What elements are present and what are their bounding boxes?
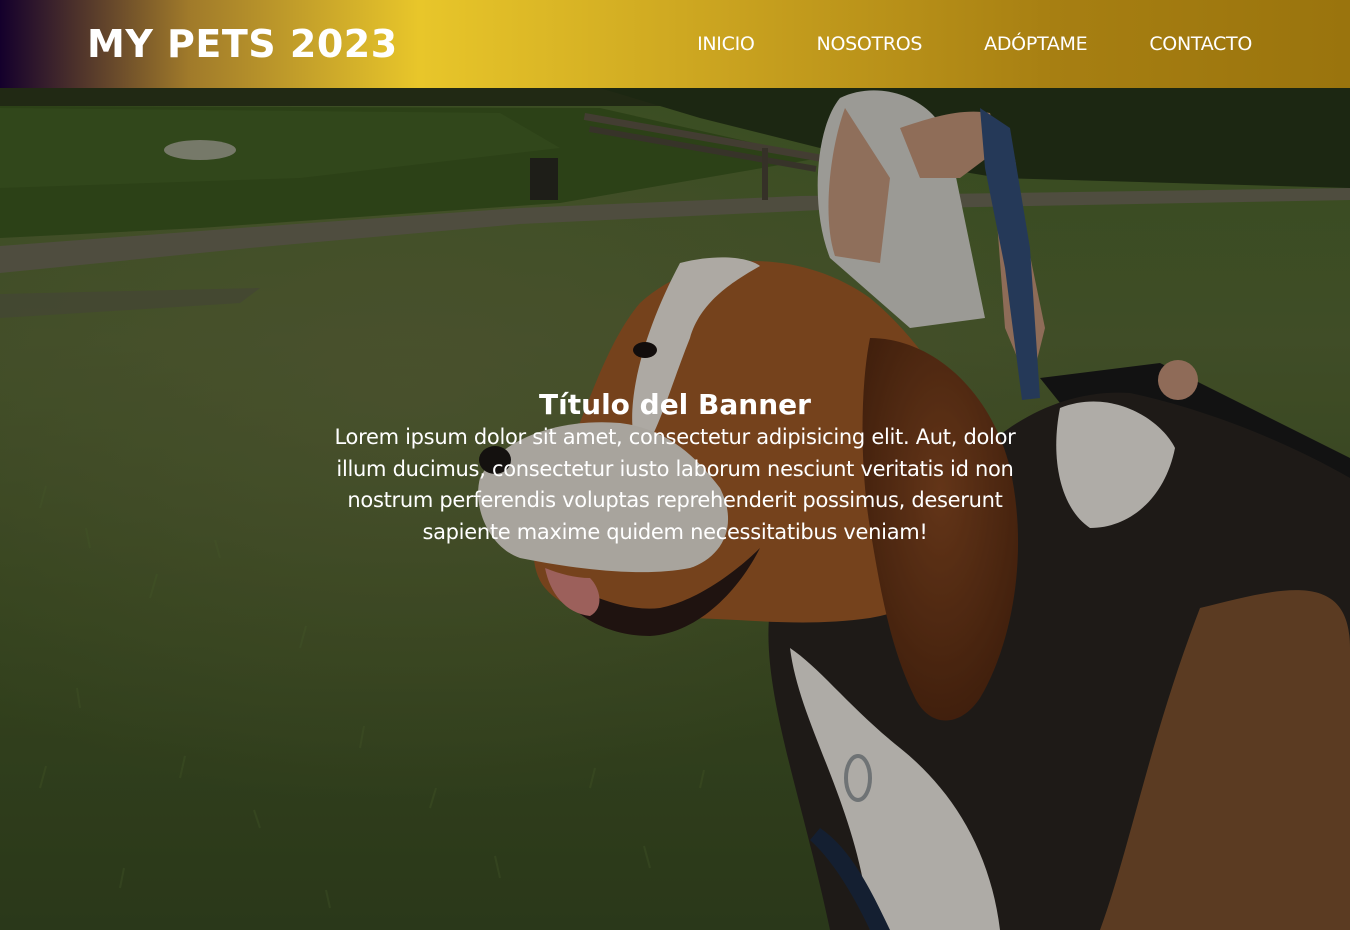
banner-text: Lorem ipsum dolor sit amet, consectetur … <box>334 425 1016 544</box>
hero-banner: Título del Banner Lorem ipsum dolor sit … <box>0 88 1350 930</box>
nav-link-nosotros[interactable]: NOSOTROS <box>817 30 923 58</box>
banner-title: Título del Banner <box>539 388 811 421</box>
site-header: MY PETS 2023 INICIO NOSOTROS ADÓPTAME CO… <box>0 0 1350 88</box>
main-nav: INICIO NOSOTROS ADÓPTAME CONTACTO <box>697 30 1252 58</box>
nav-link-adoptame[interactable]: ADÓPTAME <box>984 30 1087 58</box>
banner-content: Título del Banner Lorem ipsum dolor sit … <box>330 388 1020 548</box>
nav-link-contacto[interactable]: CONTACTO <box>1149 30 1252 58</box>
nav-link-inicio[interactable]: INICIO <box>697 30 755 58</box>
site-logo[interactable]: MY PETS 2023 <box>87 22 398 66</box>
